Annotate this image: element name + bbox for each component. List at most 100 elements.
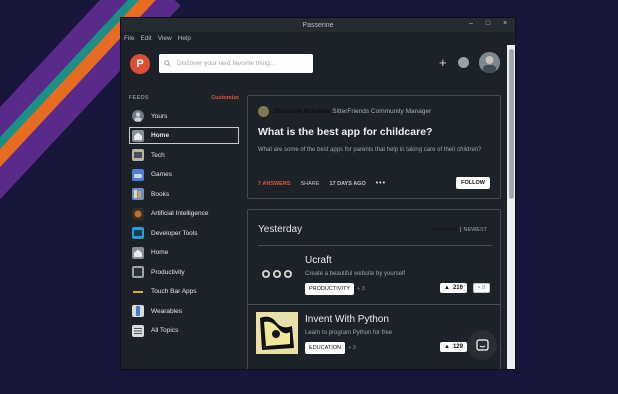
product-row[interactable]: Invent With Python Learn to program Pyth… [248, 305, 500, 363]
sidebar-item-home-2[interactable]: Home [129, 244, 239, 261]
ai-icon [132, 207, 144, 220]
sidebar-item-label: Books [151, 190, 170, 198]
avatar-icon [132, 110, 144, 122]
product-row[interactable]: Ucraft Create a beautiful website by you… [248, 246, 500, 304]
comment-icon: ▪ [478, 285, 480, 291]
search-icon [164, 60, 171, 67]
author-name[interactable]: Shannon Bracken [274, 108, 329, 115]
main-feed: Shannon Bracken SitterFriends Community … [247, 95, 501, 369]
sidebar-item-all-topics[interactable]: All Topics [129, 322, 239, 339]
question-title[interactable]: What is the best app for childcare? [258, 126, 432, 138]
sort-newest[interactable]: NEWEST [463, 227, 487, 233]
answers-link[interactable]: 7 ANSWERS [258, 181, 291, 187]
question-author: Shannon Bracken SitterFriends Community … [258, 106, 431, 117]
product-thumbnail [256, 253, 298, 295]
author-avatar [258, 106, 269, 117]
customize-link[interactable]: Customize [211, 95, 239, 105]
home-icon [132, 246, 144, 259]
upvote-count: 216 [452, 285, 463, 291]
sidebar-item-label: Home [151, 132, 170, 139]
more-topics[interactable]: + 3 [348, 345, 356, 351]
logo-letter: P [136, 58, 144, 70]
app-window: Passerine – □ × File Edit View Help P + … [120, 17, 516, 370]
sort-separator: | [460, 227, 462, 233]
sidebar-item-label: All Topics [151, 327, 179, 334]
sidebar-item-label: Touch Bar Apps [151, 288, 197, 295]
question-age: 17 DAYS AGO [329, 180, 366, 187]
author-role: SitterFriends Community Manager [332, 108, 432, 115]
sidebar-item-wearables[interactable]: Wearables [129, 303, 239, 320]
sidebar-item-books[interactable]: Books [129, 186, 239, 203]
maximize-button[interactable]: □ [484, 20, 492, 27]
sidebar-item-games[interactable]: Games [129, 166, 239, 183]
upvote-icon: ▲ [444, 344, 450, 350]
sidebar-item-tech[interactable]: Tech [129, 147, 239, 164]
home-icon [132, 129, 144, 142]
comments-button[interactable]: ▪ 8 [473, 283, 491, 293]
menu-view[interactable]: View [158, 35, 172, 42]
sidebar: FEEDS Customize Yours Home Tech Games Bo… [129, 95, 239, 339]
search-input[interactable] [175, 59, 309, 68]
sidebar-item-label: Artificial Intelligence [151, 210, 209, 217]
menu-help[interactable]: Help [178, 35, 191, 42]
search-box[interactable] [159, 54, 313, 73]
list-icon [132, 324, 144, 337]
minimize-button[interactable]: – [467, 20, 475, 27]
comment-count: 8 [481, 285, 486, 291]
productivity-icon [132, 266, 144, 278]
product-tagline: Create a beautiful website by yourself [305, 271, 406, 277]
sidebar-item-home[interactable]: Home [129, 127, 239, 144]
question-card[interactable]: Shannon Bracken SitterFriends Community … [247, 95, 501, 199]
menu-bar: File Edit View Help [121, 32, 515, 45]
sidebar-item-artificial-intelligence[interactable]: Artificial Intelligence [129, 205, 239, 222]
more-options-icon[interactable]: ••• [376, 180, 386, 187]
title-bar: Passerine – □ × [121, 18, 515, 32]
sort-popular[interactable]: POPULAR [432, 227, 458, 233]
follow-button[interactable]: FOLLOW [456, 177, 490, 189]
scrollbar-thumb[interactable] [509, 49, 514, 199]
sort-toggle: POPULAR | NEWEST [432, 227, 487, 233]
upvote-button[interactable]: ▲ 129 [440, 342, 467, 352]
wearables-icon [132, 305, 144, 317]
menu-edit[interactable]: Edit [140, 35, 151, 42]
close-button[interactable]: × [501, 20, 509, 27]
question-description: What are some of the best apps for paren… [258, 147, 482, 153]
topic-tag[interactable]: PRODUCTIVITY [305, 283, 354, 295]
top-bar: P + [121, 45, 507, 83]
logo-button[interactable]: P [130, 54, 150, 74]
books-icon [132, 188, 144, 200]
upvote-icon: ▲ [444, 285, 450, 291]
section-heading: Yesterday [258, 224, 303, 235]
sidebar-item-label: Wearables [151, 307, 182, 315]
menu-file[interactable]: File [124, 35, 134, 42]
user-avatar[interactable] [479, 52, 500, 73]
more-topics[interactable]: + 3 [357, 286, 365, 292]
sidebar-item-productivity[interactable]: Productivity [129, 264, 239, 281]
sidebar-item-touch-bar-apps[interactable]: Touch Bar Apps [129, 283, 239, 300]
product-tagline: Learn to program Python for free [305, 330, 393, 336]
product-name[interactable]: Invent With Python [305, 314, 389, 325]
upvote-button[interactable]: ▲ 216 [440, 283, 467, 293]
sidebar-item-developer-tools[interactable]: Developer Tools [129, 225, 239, 242]
plus-icon[interactable]: + [439, 56, 447, 69]
developer-tools-icon [132, 227, 144, 239]
chat-button[interactable] [467, 330, 497, 360]
share-button[interactable]: SHARE [301, 181, 320, 187]
tech-icon [132, 149, 144, 161]
sidebar-item-label: Games [151, 171, 172, 178]
product-name[interactable]: Ucraft [305, 255, 332, 266]
scrollbar[interactable] [507, 45, 515, 369]
products-card: Yesterday POPULAR | NEWEST Ucraft Create a… [247, 209, 501, 369]
sidebar-item-label: Developer Tools [151, 229, 198, 237]
product-thumbnail [256, 312, 298, 354]
sidebar-item-label: Yours [151, 112, 168, 120]
sidebar-item-yours[interactable]: Yours [129, 108, 239, 125]
sidebar-item-label: Tech [151, 151, 165, 159]
sidebar-item-label: Productivity [151, 268, 185, 276]
topic-tag[interactable]: EDUCATION [305, 342, 345, 354]
upvote-count: 129 [452, 344, 463, 350]
chat-icon [475, 338, 489, 351]
notifications-icon[interactable] [458, 57, 469, 68]
touch-bar-icon [132, 285, 144, 298]
feeds-heading: FEEDS [129, 95, 149, 101]
